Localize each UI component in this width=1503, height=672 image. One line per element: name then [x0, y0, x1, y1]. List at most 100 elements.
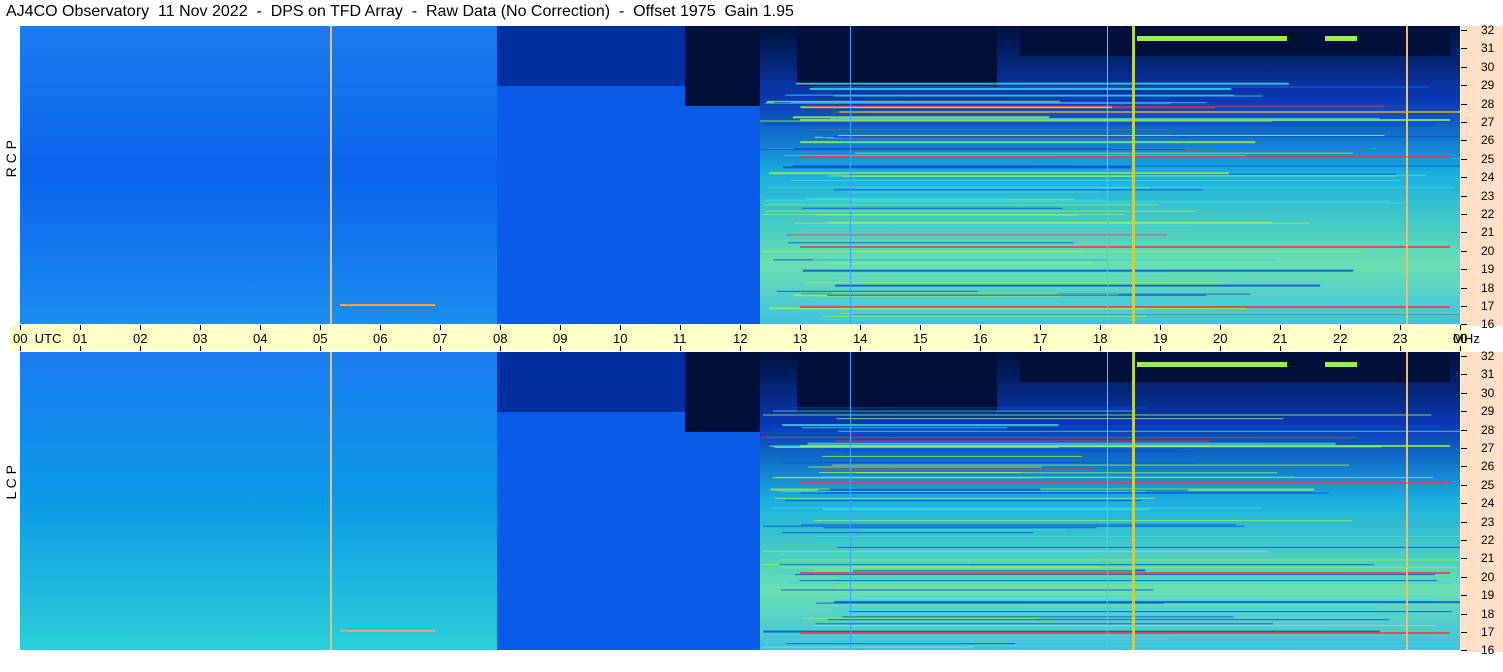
freq-tick — [1461, 287, 1467, 289]
rfi-line — [848, 611, 1453, 613]
rfi-line — [834, 607, 1379, 610]
freq-tick-label: 28 — [1481, 422, 1495, 437]
burst-band — [1137, 362, 1287, 367]
rfi-line — [836, 418, 1284, 420]
time-tick — [800, 346, 801, 351]
time-tick — [860, 325, 861, 330]
freq-tick-label: 30 — [1481, 59, 1495, 74]
freq-tick-label: 16 — [1481, 317, 1495, 332]
time-tick-label: 18 — [1093, 331, 1108, 346]
rcp-spectrogram[interactable] — [20, 26, 1460, 324]
rfi-line — [855, 187, 1151, 189]
rfi-line — [804, 302, 1437, 305]
rfi-line — [778, 559, 1460, 561]
rfi-line — [761, 250, 1085, 252]
rfi-line — [821, 476, 1295, 478]
time-tick — [200, 325, 201, 330]
rfi-line — [842, 616, 1234, 618]
freq-tick-label: 23 — [1481, 514, 1495, 529]
rfi-line — [814, 300, 1460, 302]
rfi-line — [832, 464, 1350, 466]
freq-tick — [1461, 374, 1467, 376]
freq-tick — [1461, 540, 1467, 541]
time-tick-label: 00 UTC — [13, 331, 62, 346]
freq-tick — [1461, 613, 1467, 615]
rfi-line — [794, 165, 1460, 167]
time-tick-label: 22 — [1333, 331, 1348, 346]
freq-unit-label: MHz — [1453, 331, 1480, 346]
time-tick — [560, 325, 561, 330]
freq-tick-label: 31 — [1481, 367, 1495, 382]
freq-tick — [1461, 177, 1467, 179]
freq-tick-label: 26 — [1481, 459, 1495, 474]
time-tick — [1340, 325, 1341, 330]
day-band — [20, 26, 497, 324]
rfi-line — [790, 102, 1207, 104]
night-top — [797, 352, 997, 412]
rfi-line — [767, 565, 970, 567]
rfi-line — [779, 491, 1146, 493]
rfi-line — [813, 86, 1430, 89]
freq-tick-label: 25 — [1481, 477, 1495, 492]
time-tick — [1160, 346, 1161, 351]
time-tick — [380, 346, 381, 351]
rfi-line — [835, 174, 1427, 176]
rfi-line — [821, 468, 1094, 470]
freq-tick — [1461, 650, 1467, 652]
rfi-band — [800, 482, 1450, 484]
rfi-line — [825, 263, 1094, 265]
time-tick — [860, 346, 861, 351]
rfi-line — [774, 497, 1156, 499]
time-tick-label: 03 — [193, 331, 208, 346]
freq-tick-label: 26 — [1481, 133, 1495, 148]
time-tick-label: 09 — [553, 331, 568, 346]
rfi-line — [767, 202, 1408, 204]
rfi-line — [340, 630, 435, 632]
rfi-band — [800, 156, 1450, 158]
freq-tick-label: 19 — [1481, 262, 1495, 277]
freq-tick-label: 32 — [1481, 349, 1495, 363]
rfi-line — [833, 601, 1460, 604]
freq-tick — [1461, 269, 1467, 271]
freq-tick — [1461, 48, 1467, 50]
rfi-line — [800, 492, 1330, 494]
freq-tick-label: 24 — [1481, 170, 1495, 185]
time-tick — [1400, 346, 1401, 351]
burst-band — [1137, 36, 1287, 41]
freq-tick-label: 17 — [1481, 299, 1495, 313]
time-tick — [80, 346, 81, 351]
rfi-line — [851, 566, 1101, 568]
burst-band — [1325, 362, 1357, 367]
time-tick — [320, 325, 321, 330]
lcp-spectrogram[interactable] — [20, 352, 1460, 650]
lcp-spectrogram-image — [20, 352, 1460, 650]
rfi-line — [795, 574, 1436, 576]
rfi-line — [843, 175, 1133, 177]
time-tick — [920, 325, 921, 330]
rfi-line — [816, 214, 1079, 216]
vertical-line — [850, 352, 851, 650]
freq-axis-rcp: 32 31 30 29 28 27 26 25 24 23 22 21 20 19 18 17 16 — [1461, 23, 1503, 331]
freq-tick — [1461, 521, 1467, 523]
vertical-line — [1107, 352, 1108, 650]
rfi-line — [837, 546, 1460, 548]
rfi-line — [773, 429, 980, 431]
rfi-line — [771, 439, 1395, 441]
rfi-line — [776, 290, 979, 292]
vertical-line — [1406, 26, 1408, 324]
rfi-line — [763, 414, 1432, 416]
rfi-line — [843, 450, 1191, 452]
time-tick-label: 05 — [313, 331, 328, 346]
rfi-line — [779, 564, 1374, 566]
freq-tick — [1461, 466, 1467, 468]
time-tick-label: 07 — [433, 331, 448, 346]
rfi-line — [829, 488, 1041, 491]
rfi-line — [340, 304, 435, 306]
rfi-line — [858, 529, 1067, 531]
time-tick-label: 21 — [1273, 331, 1288, 346]
freq-tick-label: 24 — [1481, 496, 1495, 511]
rfi-line — [850, 200, 1390, 202]
rfi-line — [823, 527, 1097, 529]
rfi-line — [794, 147, 1111, 149]
time-tick — [20, 325, 21, 330]
